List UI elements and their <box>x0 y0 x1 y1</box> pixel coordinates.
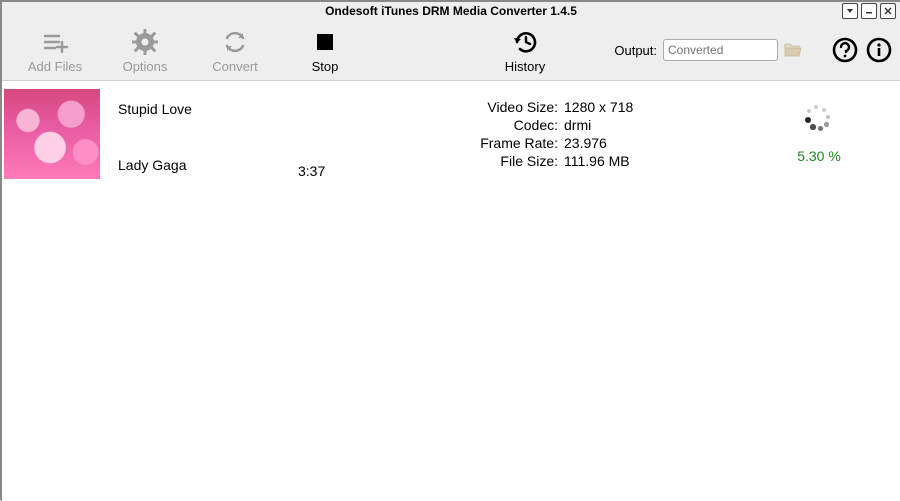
toolbar: Add Files Options <box>2 20 900 81</box>
window-buttons <box>842 3 896 19</box>
window-title: Ondesoft iTunes DRM Media Converter 1.4.… <box>2 4 900 18</box>
menu-icon[interactable] <box>842 3 858 19</box>
info-icon <box>866 37 892 63</box>
stop-label: Stop <box>280 59 370 74</box>
help-button[interactable] <box>832 37 858 63</box>
file-size-label: File Size: <box>438 153 558 169</box>
file-row[interactable]: Stupid Love Lady Gaga 3:37 Video Size: 1… <box>2 81 900 194</box>
options-button[interactable]: Options <box>100 27 190 74</box>
history-button[interactable]: History <box>480 27 570 74</box>
minimize-icon[interactable] <box>861 3 877 19</box>
options-label: Options <box>100 59 190 74</box>
gear-icon <box>100 27 190 57</box>
title-artist-column: Stupid Love Lady Gaga <box>100 89 298 179</box>
video-size-label: Video Size: <box>438 99 558 115</box>
output-label: Output: <box>614 43 657 58</box>
frame-rate-label: Frame Rate: <box>438 135 558 151</box>
history-label: History <box>480 59 570 74</box>
help-icon <box>832 37 858 63</box>
open-folder-button[interactable] <box>784 42 802 58</box>
convert-label: Convert <box>190 59 280 74</box>
history-icon <box>480 27 570 57</box>
thumbnail <box>4 89 100 179</box>
track-artist: Lady Gaga <box>118 157 298 173</box>
add-files-button[interactable]: Add Files <box>10 27 100 74</box>
folder-icon <box>784 43 802 57</box>
codec-value: drmi <box>564 117 591 133</box>
right-icons <box>832 37 892 63</box>
output-input[interactable] <box>663 39 778 61</box>
codec-label: Codec: <box>438 117 558 133</box>
add-files-icon <box>10 27 100 57</box>
spinner-icon <box>804 104 834 134</box>
video-size-value: 1280 x 718 <box>564 99 633 115</box>
frame-rate-value: 23.976 <box>564 135 607 151</box>
add-files-label: Add Files <box>10 59 100 74</box>
stop-icon <box>280 27 370 57</box>
file-size-value: 111.96 MB <box>564 153 630 169</box>
duration-column: 3:37 <box>298 89 438 185</box>
file-list: Stupid Love Lady Gaga 3:37 Video Size: 1… <box>2 81 900 501</box>
convert-button[interactable]: Convert <box>190 27 280 74</box>
track-duration: 3:37 <box>298 163 325 179</box>
output-area: Output: <box>614 39 802 61</box>
close-icon[interactable] <box>880 3 896 19</box>
progress-column: 5.30 % <box>738 89 900 179</box>
refresh-icon <box>190 27 280 57</box>
metadata-column: Video Size: 1280 x 718 Codec: drmi Frame… <box>438 89 738 179</box>
progress-percent: 5.30 % <box>797 148 841 164</box>
track-title: Stupid Love <box>118 101 298 117</box>
stop-button[interactable]: Stop <box>280 27 370 74</box>
info-button[interactable] <box>866 37 892 63</box>
title-bar: Ondesoft iTunes DRM Media Converter 1.4.… <box>2 2 900 20</box>
